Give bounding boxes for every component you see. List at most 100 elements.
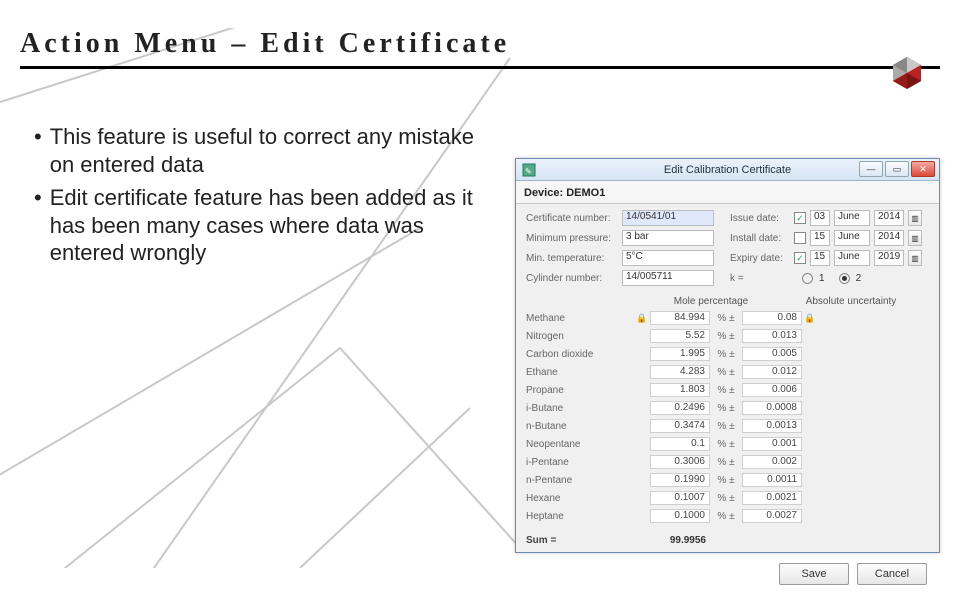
component-row: Hexane 0.1007% ±0.0021 bbox=[526, 489, 929, 507]
uncertainty-input[interactable]: 0.006 bbox=[742, 383, 802, 397]
uncertainty-input[interactable]: 0.0027 bbox=[742, 509, 802, 523]
k2-radio[interactable] bbox=[839, 273, 850, 284]
component-row: Neopentane0.1% ±0.001 bbox=[526, 435, 929, 453]
window-title: Edit Calibration Certificate bbox=[664, 164, 791, 176]
component-name: Ethane bbox=[526, 367, 634, 378]
component-name: i-Pentane bbox=[526, 457, 634, 468]
component-name: Hexane bbox=[526, 493, 634, 504]
mole-pct-input[interactable]: 0.3006 bbox=[650, 455, 710, 469]
mole-pct-input[interactable]: 4.283 bbox=[650, 365, 710, 379]
mole-pct-input[interactable]: 1.803 bbox=[650, 383, 710, 397]
pct-unit: % ± bbox=[710, 349, 742, 360]
k1-label: 1 bbox=[819, 273, 825, 284]
lock-icon[interactable]: 🔒 bbox=[634, 313, 650, 324]
pct-unit: % ± bbox=[710, 511, 742, 522]
sum-value: 99.9956 bbox=[650, 535, 710, 546]
certificate-number-input[interactable]: 14/0541/01 bbox=[622, 210, 714, 226]
expiry-month-input[interactable]: June bbox=[834, 250, 870, 266]
minimize-button[interactable]: — bbox=[859, 161, 883, 177]
component-grid: Methane🔒84.994% ±0.08🔒Nitrogen5.52% ±0.0… bbox=[526, 309, 929, 525]
min-pressure-label: Minimum pressure: bbox=[526, 233, 616, 244]
mole-pct-input[interactable]: 0.1007 bbox=[650, 491, 710, 505]
cancel-button[interactable]: Cancel bbox=[857, 563, 927, 585]
sum-label: Sum = bbox=[526, 535, 634, 546]
page-title: Action Menu – Edit Certificate bbox=[20, 28, 960, 60]
close-button[interactable]: ✕ bbox=[911, 161, 935, 177]
uncertainty-input[interactable]: 0.0011 bbox=[742, 473, 802, 487]
device-value: DEMO1 bbox=[566, 187, 605, 199]
install-date-checkbox[interactable] bbox=[794, 232, 806, 244]
certificate-number-label: Certificate number: bbox=[526, 213, 616, 224]
uncertainty-input[interactable]: 0.0013 bbox=[742, 419, 802, 433]
component-row: Carbon dioxide 1.995% ±0.005 bbox=[526, 345, 929, 363]
issue-day-input[interactable]: 03 bbox=[810, 210, 830, 226]
component-row: n-Butane0.3474% ±0.0013 bbox=[526, 417, 929, 435]
edit-certificate-window: ✎ Edit Calibration Certificate — ▭ ✕ Dev… bbox=[515, 158, 940, 553]
component-row: n-Pentane0.1990% ±0.0011 bbox=[526, 471, 929, 489]
pct-unit: % ± bbox=[710, 475, 742, 486]
uncertainty-input[interactable]: 0.0021 bbox=[742, 491, 802, 505]
pct-unit: % ± bbox=[710, 313, 742, 324]
install-date-label: Install date: bbox=[730, 233, 788, 244]
save-button[interactable]: Save bbox=[779, 563, 849, 585]
uncertainty-header: Absolute uncertainty bbox=[786, 296, 916, 307]
title-underline bbox=[20, 66, 940, 69]
lock-icon[interactable]: 🔒 bbox=[802, 313, 818, 324]
component-row: Heptane 0.1000% ±0.0027 bbox=[526, 507, 929, 525]
uncertainty-input[interactable]: 0.013 bbox=[742, 329, 802, 343]
k1-radio[interactable] bbox=[802, 273, 813, 284]
cylinder-number-input[interactable]: 14/005711 bbox=[622, 270, 714, 286]
min-temperature-label: Min. temperature: bbox=[526, 253, 616, 264]
k-label: k = bbox=[730, 273, 788, 284]
component-row: Propane 1.803% ±0.006 bbox=[526, 381, 929, 399]
mole-pct-input[interactable]: 0.3474 bbox=[650, 419, 710, 433]
uncertainty-input[interactable]: 0.08 bbox=[742, 311, 802, 325]
mole-pct-input[interactable]: 0.1990 bbox=[650, 473, 710, 487]
component-name: n-Butane bbox=[526, 421, 634, 432]
min-temperature-input[interactable]: 5°C bbox=[622, 250, 714, 266]
pct-unit: % ± bbox=[710, 403, 742, 414]
expiry-day-input[interactable]: 15 bbox=[810, 250, 830, 266]
install-year-input[interactable]: 2014 bbox=[874, 230, 904, 246]
component-name: Methane bbox=[526, 313, 634, 324]
mole-pct-input[interactable]: 0.1 bbox=[650, 437, 710, 451]
mole-pct-input[interactable]: 5.52 bbox=[650, 329, 710, 343]
pct-unit: % ± bbox=[710, 493, 742, 504]
component-name: i-Butane bbox=[526, 403, 634, 414]
device-label: Device: bbox=[524, 187, 563, 199]
expiry-year-input[interactable]: 2019 bbox=[874, 250, 904, 266]
component-name: Carbon dioxide bbox=[526, 349, 634, 360]
uncertainty-input[interactable]: 0.0008 bbox=[742, 401, 802, 415]
bullet-text: This feature is useful to correct any mi… bbox=[50, 123, 474, 178]
uncertainty-input[interactable]: 0.002 bbox=[742, 455, 802, 469]
k2-label: 2 bbox=[856, 273, 862, 284]
component-name: Propane bbox=[526, 385, 634, 396]
expiry-date-picker[interactable]: ▥ bbox=[908, 250, 922, 266]
maximize-button[interactable]: ▭ bbox=[885, 161, 909, 177]
uncertainty-input[interactable]: 0.012 bbox=[742, 365, 802, 379]
issue-month-input[interactable]: June bbox=[834, 210, 870, 226]
mole-pct-input[interactable]: 84.994 bbox=[650, 311, 710, 325]
install-month-input[interactable]: June bbox=[834, 230, 870, 246]
component-row: Methane🔒84.994% ±0.08🔒 bbox=[526, 309, 929, 327]
uncertainty-input[interactable]: 0.005 bbox=[742, 347, 802, 361]
expiry-date-label: Expiry date: bbox=[730, 253, 788, 264]
mole-pct-input[interactable]: 0.2496 bbox=[650, 401, 710, 415]
mole-pct-input[interactable]: 1.995 bbox=[650, 347, 710, 361]
component-name: Nitrogen bbox=[526, 331, 634, 342]
component-name: Heptane bbox=[526, 511, 634, 522]
pct-unit: % ± bbox=[710, 457, 742, 468]
install-date-picker[interactable]: ▥ bbox=[908, 230, 922, 246]
mole-pct-input[interactable]: 0.1000 bbox=[650, 509, 710, 523]
expiry-date-checkbox[interactable]: ✓ bbox=[794, 252, 806, 264]
component-row: Ethane4.283% ±0.012 bbox=[526, 363, 929, 381]
pct-unit: % ± bbox=[710, 385, 742, 396]
uncertainty-input[interactable]: 0.001 bbox=[742, 437, 802, 451]
window-titlebar[interactable]: ✎ Edit Calibration Certificate — ▭ ✕ bbox=[516, 159, 939, 181]
issue-year-input[interactable]: 2014 bbox=[874, 210, 904, 226]
min-pressure-input[interactable]: 3 bar bbox=[622, 230, 714, 246]
issue-date-checkbox[interactable]: ✓ bbox=[794, 212, 806, 224]
issue-date-picker[interactable]: ▥ bbox=[908, 210, 922, 226]
app-icon: ✎ bbox=[522, 163, 536, 177]
install-day-input[interactable]: 15 bbox=[810, 230, 830, 246]
